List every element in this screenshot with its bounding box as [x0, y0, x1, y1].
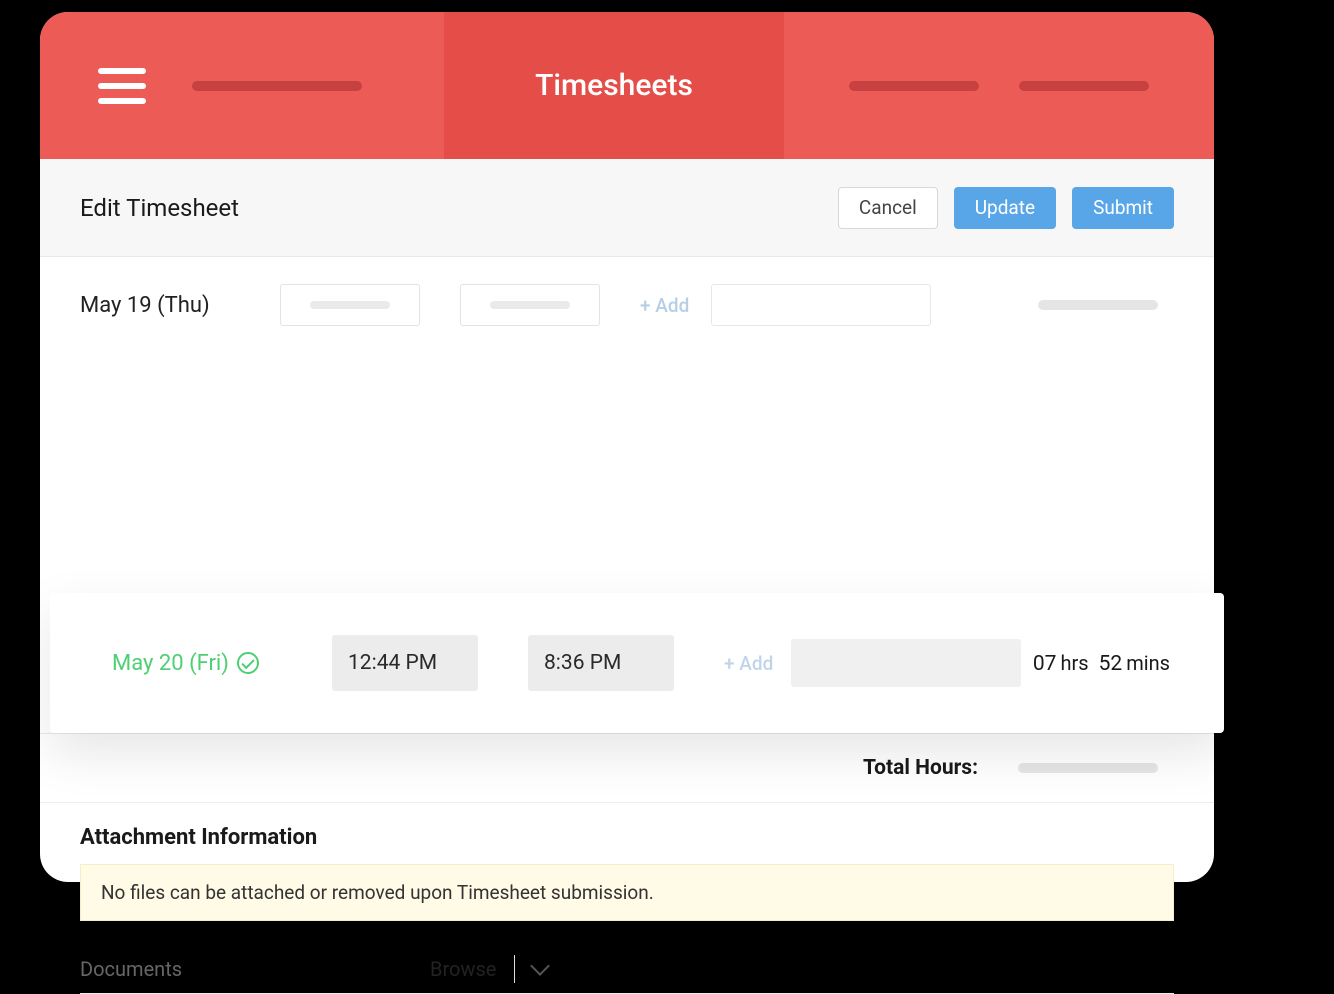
- divider-vertical: [514, 955, 515, 983]
- date-label: May 19 (Thu): [80, 293, 280, 318]
- app-window: Timesheets Edit Timesheet Cancel Update …: [40, 12, 1214, 882]
- timesheet-row: May 19 (Thu) + Add: [40, 273, 1214, 337]
- action-buttons: Cancel Update Submit: [838, 187, 1174, 229]
- date-label-active: May 20 (Fri): [112, 651, 332, 676]
- row-duration: 07hrs 52mins: [1033, 651, 1224, 676]
- add-entry-button[interactable]: + Add: [640, 294, 689, 317]
- app-title: Timesheets: [535, 68, 693, 103]
- start-time-input[interactable]: 12:44 PM: [332, 635, 478, 691]
- mins-value: 52: [1099, 652, 1123, 676]
- notes-input[interactable]: [791, 639, 1021, 687]
- documents-row: Documents Browse: [40, 921, 1214, 983]
- main-content: May 19 (Thu) + Add May 20 (Fri) 12:44 PM…: [40, 273, 1214, 898]
- notes-input[interactable]: [711, 284, 931, 326]
- browse-label: Browse: [430, 957, 496, 981]
- chevron-down-icon: [531, 956, 551, 976]
- start-time-input[interactable]: [280, 284, 420, 326]
- update-button[interactable]: Update: [954, 187, 1056, 229]
- topbar-placeholder: [1019, 81, 1149, 91]
- topbar-right: [784, 81, 1214, 91]
- hours-value: 07: [1033, 652, 1057, 676]
- attachment-notice: No files can be attached or removed upon…: [80, 864, 1174, 921]
- attachment-section-title: Attachment Information: [40, 803, 1214, 864]
- total-hours-label: Total Hours:: [863, 756, 978, 780]
- add-entry-button[interactable]: + Add: [724, 652, 773, 675]
- cancel-button[interactable]: Cancel: [838, 187, 938, 229]
- check-circle-icon: [237, 652, 259, 674]
- subheader: Edit Timesheet Cancel Update Submit: [40, 159, 1214, 257]
- browse-dropdown[interactable]: Browse: [430, 955, 547, 983]
- mins-unit: mins: [1126, 651, 1170, 675]
- menu-icon[interactable]: [98, 68, 146, 104]
- topbar-center-tab[interactable]: Timesheets: [444, 12, 784, 159]
- submit-button[interactable]: Submit: [1072, 187, 1174, 229]
- topbar-placeholder: [192, 81, 362, 91]
- timesheet-row-active: May 20 (Fri) 12:44 PM 8:36 PM + Add 07hr…: [50, 593, 1224, 733]
- end-time-input[interactable]: [460, 284, 600, 326]
- total-hours-value-placeholder: [1018, 763, 1158, 773]
- row-total: [1014, 300, 1214, 310]
- total-hours-row: Total Hours:: [40, 734, 1214, 803]
- topbar-left: [40, 68, 444, 104]
- end-time-input[interactable]: 8:36 PM: [528, 635, 674, 691]
- hours-unit: hrs: [1060, 651, 1088, 675]
- topbar-placeholder: [849, 81, 979, 91]
- documents-label: Documents: [80, 957, 420, 981]
- date-label-text: May 20 (Fri): [112, 651, 229, 676]
- topbar: Timesheets: [40, 12, 1214, 159]
- page-title: Edit Timesheet: [80, 194, 239, 222]
